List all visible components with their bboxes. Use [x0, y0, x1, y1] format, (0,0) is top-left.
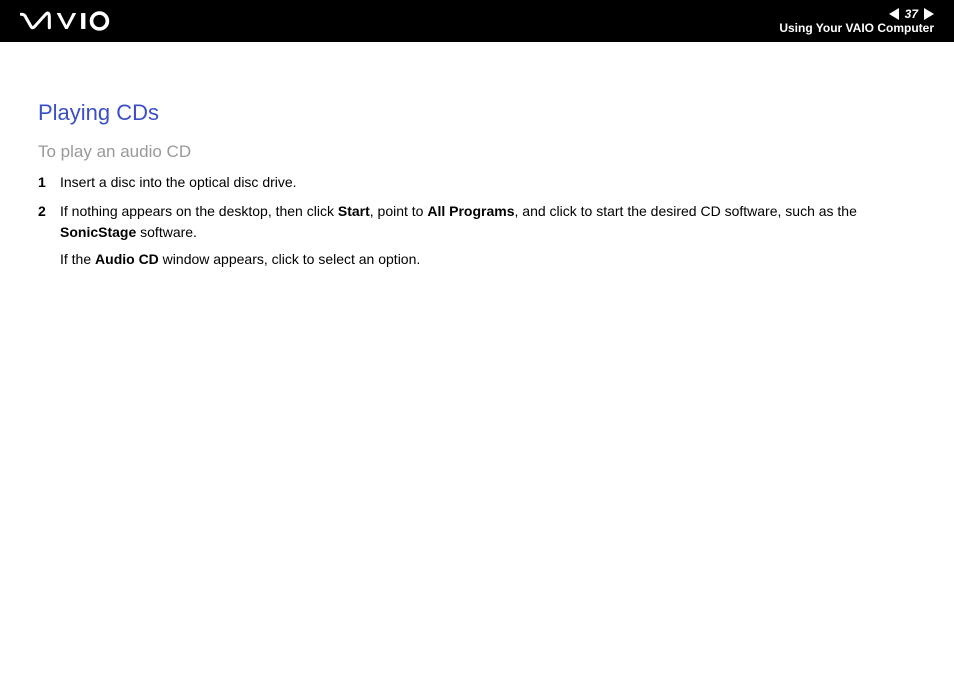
step-text-part: If nothing appears on the desktop, then … [60, 203, 338, 219]
prev-page-icon[interactable] [889, 8, 899, 20]
page-subtitle: To play an audio CD [38, 142, 916, 162]
step-body: If nothing appears on the desktop, then … [60, 201, 916, 270]
step-text-part: , point to [370, 203, 428, 219]
bold-start: Start [338, 203, 370, 219]
section-title: Using Your VAIO Computer [779, 21, 934, 35]
note-text-part: If the [60, 251, 95, 267]
page-title: Playing CDs [38, 100, 916, 126]
bold-all-programs: All Programs [427, 203, 514, 219]
bold-audio-cd: Audio CD [95, 251, 159, 267]
step-text: Insert a disc into the optical disc driv… [60, 174, 297, 190]
header-bar: 37 Using Your VAIO Computer [0, 0, 954, 42]
step-2: 2 If nothing appears on the desktop, the… [38, 201, 916, 270]
content-area: Playing CDs To play an audio CD 1 Insert… [0, 42, 954, 270]
step-number: 2 [38, 201, 60, 270]
step-body: Insert a disc into the optical disc driv… [60, 172, 916, 193]
bold-sonicstage: SonicStage [60, 224, 136, 240]
header-right: 37 Using Your VAIO Computer [779, 7, 934, 35]
step-text-part: , and click to start the desired CD soft… [515, 203, 857, 219]
next-page-icon[interactable] [924, 8, 934, 20]
step-1: 1 Insert a disc into the optical disc dr… [38, 172, 916, 193]
step-text-part: software. [136, 224, 197, 240]
page-nav: 37 [889, 7, 934, 21]
vaio-logo [20, 10, 130, 32]
step-note: If the Audio CD window appears, click to… [60, 249, 916, 270]
page-number: 37 [905, 7, 918, 21]
note-text-part: window appears, click to select an optio… [159, 251, 420, 267]
step-number: 1 [38, 172, 60, 193]
